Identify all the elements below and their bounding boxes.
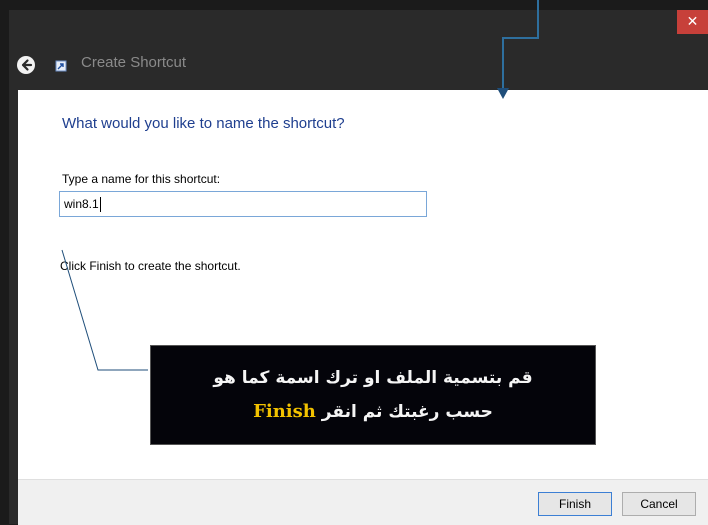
pointer-arrowhead [497,88,509,99]
pointer-line-callout [61,249,148,371]
annotation-overlay [61,0,539,371]
pointer-line-top [502,0,539,90]
